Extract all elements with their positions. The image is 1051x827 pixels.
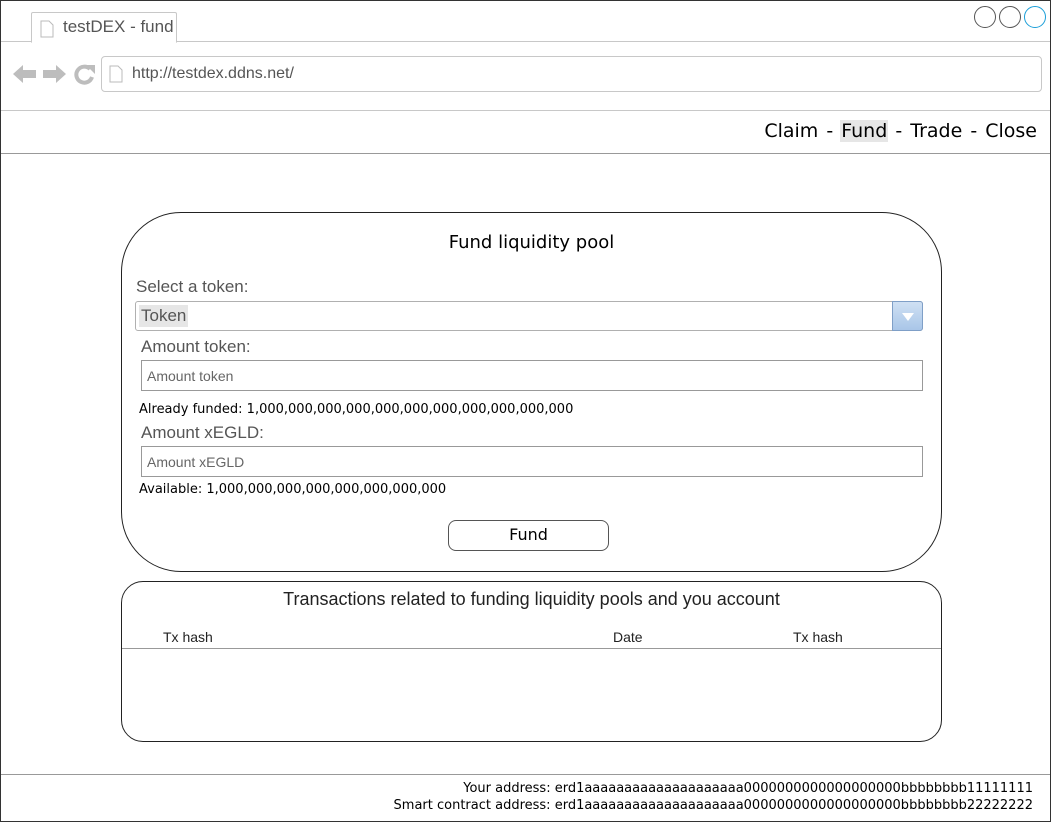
page-icon (109, 65, 123, 83)
amount-xegld-input[interactable]: Amount xEGLD (141, 446, 923, 477)
address-bar[interactable]: http://testdex.ddns.net/ (101, 56, 1042, 92)
url-text: http://testdex.ddns.net/ (132, 65, 294, 82)
menu-item-trade[interactable]: Trade (909, 120, 963, 142)
menu-separator: - (970, 120, 978, 142)
available-text: Available: 1,000,000,000,000,000,000,000… (139, 482, 447, 497)
amount-token-label: Amount token: (141, 337, 251, 356)
main-menu: Claim - Fund - Trade - Close (763, 120, 1038, 142)
menu-item-claim[interactable]: Claim (763, 120, 819, 142)
amount-token-placeholder: Amount token (147, 368, 234, 384)
table-divider (122, 648, 941, 649)
minimize-icon[interactable] (974, 6, 996, 28)
token-select[interactable]: Token (135, 301, 923, 331)
back-arrow-icon[interactable] (12, 63, 37, 85)
menu-item-fund[interactable]: Fund (840, 120, 889, 142)
navigation-bar: http://testdex.ddns.net/ (1, 42, 1050, 111)
tab-strip: testDEX - fund (1, 1, 1050, 43)
transactions-title: Transactions related to funding liquidit… (283, 589, 780, 609)
amount-xegld-placeholder: Amount xEGLD (147, 454, 245, 470)
maximize-icon[interactable] (999, 6, 1021, 28)
column-header-date: Date (613, 629, 643, 645)
token-label: Select a token: (136, 277, 249, 296)
browser-window: testDEX - fund http://testdex.ddns.net/ … (0, 0, 1051, 822)
panel-title: Fund liquidity pool (448, 232, 615, 253)
amount-token-input[interactable]: Amount token (141, 360, 923, 391)
refresh-icon[interactable] (72, 63, 97, 85)
token-select-value: Token (139, 305, 189, 327)
menu-separator: - (895, 120, 903, 142)
contract-address-text: Smart contract address: erd1aaaaaaaaaaaa… (393, 798, 1033, 813)
app-header: Claim - Fund - Trade - Close (1, 111, 1050, 154)
footer-divider (1, 774, 1050, 775)
menu-separator: - (826, 120, 834, 142)
close-icon[interactable] (1024, 6, 1046, 28)
tab-title: testDEX - fund (63, 17, 174, 36)
document-icon (40, 20, 54, 38)
window-controls (974, 6, 1046, 28)
your-address-text: Your address: erd1aaaaaaaaaaaaaaaaaaaa00… (463, 781, 1033, 796)
already-funded-text: Already funded: 1,000,000,000,000,000,00… (139, 402, 574, 417)
menu-item-close[interactable]: Close (984, 120, 1038, 142)
nav-buttons (12, 63, 97, 85)
fund-button[interactable]: Fund (448, 520, 609, 551)
browser-tab[interactable]: testDEX - fund (31, 12, 177, 43)
chevron-down-icon[interactable] (892, 301, 923, 331)
column-header-tx-hash: Tx hash (163, 629, 213, 645)
transactions-panel: Transactions related to funding liquidit… (121, 581, 942, 742)
fund-liquidity-panel: Fund liquidity pool Select a token: Toke… (121, 212, 942, 572)
column-header-tx-hash-2: Tx hash (793, 629, 843, 645)
amount-xegld-label: Amount xEGLD: (141, 423, 264, 442)
forward-arrow-icon[interactable] (42, 63, 67, 85)
